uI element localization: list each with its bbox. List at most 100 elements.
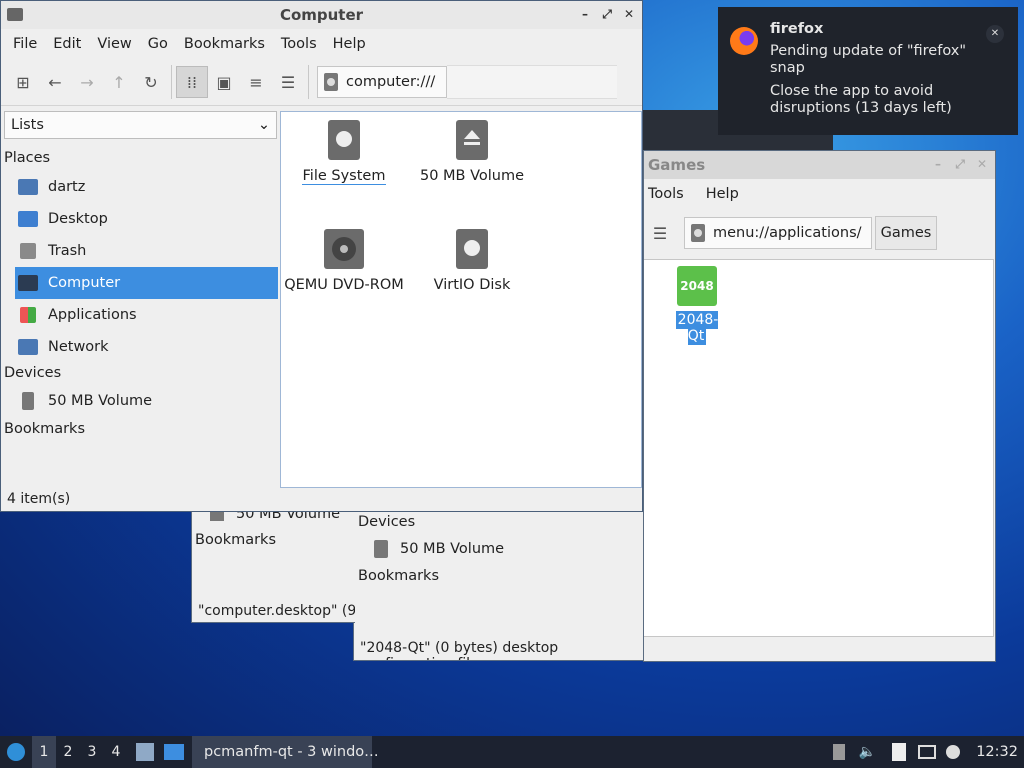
file-item-file-system[interactable]: File System — [279, 120, 409, 185]
desktop-4-button[interactable]: 4 — [104, 744, 128, 760]
sidebar-item-label: Applications — [48, 307, 137, 323]
clipboard-icon[interactable] — [892, 743, 907, 761]
desktop-icon — [18, 211, 38, 227]
eject-drive-icon — [456, 120, 488, 160]
close-icon[interactable]: ✕ — [622, 6, 636, 22]
computer-window[interactable]: Computer – ⤢ ✕ File Edit View Go Bookmar… — [0, 0, 643, 512]
show-desktop-icon[interactable] — [164, 744, 184, 760]
drive-icon — [691, 224, 705, 242]
up-arrow-icon[interactable]: ↑ — [103, 66, 135, 98]
menu-edit[interactable]: Edit — [45, 36, 89, 52]
compact-view-icon[interactable]: ≡ — [240, 66, 272, 98]
desktop-3-button[interactable]: 3 — [80, 744, 104, 760]
menu-tools[interactable]: Tools — [273, 36, 325, 52]
eject-icon — [22, 392, 34, 410]
close-icon[interactable]: ✕ — [986, 25, 1004, 43]
menu-bookmarks[interactable]: Bookmarks — [176, 36, 273, 52]
menu-help[interactable]: Help — [325, 36, 374, 52]
menu-view[interactable]: View — [89, 36, 139, 52]
back-arrow-icon[interactable]: ← — [39, 66, 71, 98]
background-window-3[interactable]: 50 MB Volume Bookmarks "computer.desktop… — [191, 505, 355, 623]
file-label: QEMU DVD-ROM — [284, 277, 404, 293]
sidebar-item-50mb-volume[interactable]: 50 MB Volume — [1, 386, 278, 416]
devices-header: Devices — [358, 514, 416, 530]
maximize-icon[interactable]: ⤢ — [953, 156, 967, 172]
sidebar-item-label: Desktop — [48, 211, 108, 227]
games-window[interactable]: Games – ⤢ ✕ Tools Help ☰ menu://applicat… — [643, 150, 996, 662]
sidebar-item-desktop[interactable]: Desktop — [1, 203, 278, 235]
status-bar: "computer.desktop" (96 — [198, 603, 355, 619]
detail-view-icon[interactable]: ☰ — [272, 66, 304, 98]
path-bar[interactable]: menu://applications/ — [684, 217, 872, 249]
network-folder-icon — [18, 339, 38, 355]
notification-app-name: firefox — [770, 21, 824, 37]
network-tray-icon[interactable] — [918, 745, 937, 759]
file-item-qemu-dvd-rom[interactable]: QEMU DVD-ROM — [279, 229, 409, 293]
background-window-2[interactable]: Devices 50 MB Volume Bookmarks "2048-Qt"… — [353, 505, 643, 661]
sidebar-item-applications[interactable]: Applications — [1, 299, 278, 331]
bookmarks-header: Bookmarks — [195, 532, 277, 548]
start-menu-icon[interactable] — [0, 736, 32, 768]
reload-icon[interactable]: ↻ — [135, 66, 167, 98]
volume-icon[interactable]: 🔈 — [859, 744, 876, 760]
sidebar-item-network[interactable]: Network — [1, 331, 278, 363]
notification-popup[interactable]: firefox Pending update of "firefox" snap… — [718, 7, 1018, 135]
harddisk-icon — [456, 229, 488, 269]
device-item[interactable]: 50 MB Volume — [374, 540, 504, 558]
new-tab-icon[interactable]: ⊞ — [7, 66, 39, 98]
task-label: pcmanfm-qt - 3 windo… — [204, 744, 379, 760]
desktop-2-button[interactable]: 2 — [56, 744, 80, 760]
close-icon[interactable]: ✕ — [975, 156, 989, 172]
firefox-icon — [730, 27, 758, 55]
games-menubar: Tools Help — [644, 179, 995, 209]
app-2048[interactable]: 2048 2048-Qt — [667, 266, 727, 345]
device-label: 50 MB Volume — [400, 541, 505, 557]
clock[interactable]: 12:32 — [976, 744, 1018, 760]
main-titlebar[interactable]: Computer – ⤢ ✕ — [1, 1, 642, 29]
taskbar-task-pcmanfm[interactable]: pcmanfm-qt - 3 windo… — [192, 736, 379, 768]
taskbar: 1 2 3 4 pcmanfm-qt - 3 windo… 🔈 12:32 — [0, 736, 1024, 768]
menu-file[interactable]: File — [5, 36, 45, 52]
path-bar-filler — [447, 65, 617, 99]
file-manager-launcher-icon[interactable] — [136, 743, 154, 761]
chevron-down-icon: ⌄ — [257, 117, 270, 133]
select-value: Lists — [11, 117, 44, 133]
games-toolbar: ☰ menu://applications/ Games — [644, 209, 995, 257]
file-item-virtio-disk[interactable]: VirtIO Disk — [407, 229, 537, 293]
games-content[interactable]: 2048 2048-Qt — [644, 259, 994, 637]
thumbnail-view-icon[interactable]: ▣ — [208, 66, 240, 98]
status-bar: "2048-Qt" (0 bytes) desktop configuratio… — [360, 640, 559, 660]
file-item-50mb-volume[interactable]: 50 MB Volume — [407, 120, 537, 184]
forward-arrow-icon[interactable]: → — [71, 66, 103, 98]
maximize-icon[interactable]: ⤢ — [600, 6, 614, 22]
file-view[interactable]: File System 50 MB Volume QEMU DVD-ROM Vi… — [280, 111, 642, 488]
desktop-1-button[interactable]: 1 — [32, 736, 56, 768]
minimize-icon[interactable]: – — [931, 156, 945, 172]
menu-help[interactable]: Help — [692, 186, 747, 202]
games-titlebar[interactable]: Games – ⤢ ✕ — [644, 151, 995, 179]
menu-go[interactable]: Go — [140, 36, 176, 52]
notification-line2: Close the app to avoid disruptions (13 d… — [770, 83, 952, 116]
sidebar-item-dartz[interactable]: dartz — [1, 171, 278, 203]
path-bar[interactable]: computer:/// — [317, 66, 447, 98]
breadcrumb-games[interactable]: Games — [875, 216, 937, 250]
trash-icon — [20, 243, 36, 259]
bookmarks-header: Bookmarks — [4, 421, 86, 437]
update-notifier-icon[interactable] — [946, 745, 961, 759]
home-folder-icon — [18, 179, 38, 195]
minimize-icon[interactable]: – — [578, 6, 592, 22]
sidebar-item-computer[interactable]: Computer — [15, 267, 278, 299]
side-pane-mode-select[interactable]: Lists ⌄ — [4, 111, 277, 139]
toolbar-separator — [308, 65, 309, 99]
places-header: Places — [4, 150, 51, 166]
file-label: File System — [301, 168, 387, 185]
eject-tray-icon[interactable] — [832, 744, 845, 760]
menu-tools[interactable]: Tools — [644, 186, 692, 202]
drive-icon — [324, 73, 338, 91]
toolbar-separator — [171, 65, 172, 99]
list-view-icon[interactable]: ☰ — [644, 217, 676, 249]
sidebar-item-trash[interactable]: Trash — [1, 235, 278, 267]
notification-line1: Pending update of "firefox" snap — [770, 43, 967, 76]
applications-icon — [20, 307, 36, 323]
icon-view-icon[interactable]: ⁞⁞ — [176, 66, 208, 98]
